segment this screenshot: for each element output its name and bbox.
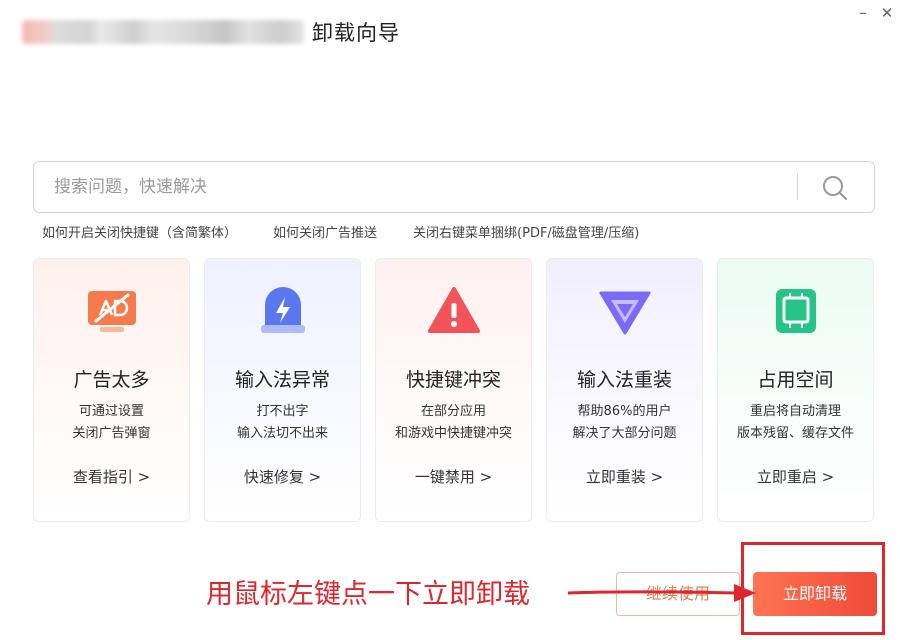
card-description: 重启将自动清理 版本残留、缓存文件 xyxy=(718,401,873,445)
highlight-box xyxy=(741,542,885,635)
search-icon[interactable] xyxy=(820,173,850,203)
search-input[interactable] xyxy=(54,162,794,212)
hot-link-ads[interactable]: 如何关闭广告推送 xyxy=(273,222,377,242)
instruction-annotation: 用鼠标左键点一下立即卸载 xyxy=(206,579,530,610)
card-title: 占用空间 xyxy=(757,369,834,391)
card-desc-line: 和游戏中快捷键冲突 xyxy=(394,426,512,441)
card-title: 输入法异常 xyxy=(234,369,330,391)
search-divider xyxy=(797,174,798,200)
card-description: 帮助86%的用户 解决了大部分问题 xyxy=(547,401,702,445)
card-desc-line: 重启将自动清理 xyxy=(749,404,841,419)
view-guide-link[interactable]: 查看指引 > xyxy=(34,466,189,487)
reinstall-icon xyxy=(599,291,650,335)
one-click-disable-link[interactable]: 一键禁用 > xyxy=(376,466,531,487)
close-button[interactable]: ✕ xyxy=(876,2,898,24)
card-desc-line: 打不出字 xyxy=(256,404,309,419)
card-desc-line: 关闭广告弹窗 xyxy=(72,426,151,441)
hot-link-shortcut[interactable]: 如何开启关闭快捷键（含简繁体） xyxy=(42,222,237,242)
card-desc-line: 帮助86%的用户 xyxy=(577,404,672,419)
window-title: 卸载向导 xyxy=(312,21,400,45)
card-description: 在部分应用 和游戏中快捷键冲突 xyxy=(376,401,531,445)
blurred-app-name xyxy=(22,20,304,44)
reinstall-now-link[interactable]: 立即重装 > xyxy=(547,466,702,487)
restart-now-link[interactable]: 立即重启 > xyxy=(718,466,873,487)
annotation-arrow-icon xyxy=(568,584,756,602)
minimize-button[interactable]: – xyxy=(852,2,874,24)
storage-icon xyxy=(775,289,816,333)
card-description: 打不出字 输入法切不出来 xyxy=(205,401,360,445)
card-desc-line: 解决了大部分问题 xyxy=(572,426,677,441)
card-too-many-ads: 广告太多 可通过设置 关闭广告弹窗 查看指引 > xyxy=(33,258,190,522)
card-desc-line: 输入法切不出来 xyxy=(236,426,328,441)
lightning-icon xyxy=(260,287,305,333)
quick-fix-link[interactable]: 快速修复 > xyxy=(205,466,360,487)
card-desc-line: 可通过设置 xyxy=(78,404,144,419)
card-desc-line: 版本残留、缓存文件 xyxy=(736,426,854,441)
card-disk-space: 占用空间 重启将自动清理 版本残留、缓存文件 立即重启 > xyxy=(717,258,874,522)
hot-links: 如何开启关闭快捷键（含简繁体） 如何关闭广告推送 关闭右键菜单捆绑(PDF/磁盘… xyxy=(42,222,639,242)
card-input-method-error: 输入法异常 打不出字 输入法切不出来 快速修复 > xyxy=(204,258,361,522)
no-ads-icon xyxy=(87,291,136,332)
window-title-area: 卸载向导 xyxy=(22,16,400,48)
card-shortcut-conflict: 快捷键冲突 在部分应用 和游戏中快捷键冲突 一键禁用 > xyxy=(375,258,532,522)
card-title: 输入法重装 xyxy=(576,369,672,391)
hot-link-context-menu[interactable]: 关闭右键菜单捆绑(PDF/磁盘管理/压缩) xyxy=(413,222,639,242)
card-reinstall: 输入法重装 帮助86%的用户 解决了大部分问题 立即重装 > xyxy=(546,258,703,522)
warning-icon xyxy=(427,287,480,333)
card-title: 广告太多 xyxy=(73,369,150,391)
search-box xyxy=(33,161,875,213)
card-desc-line: 在部分应用 xyxy=(420,404,486,419)
card-description: 可通过设置 关闭广告弹窗 xyxy=(34,401,189,445)
card-title: 快捷键冲突 xyxy=(405,369,501,391)
